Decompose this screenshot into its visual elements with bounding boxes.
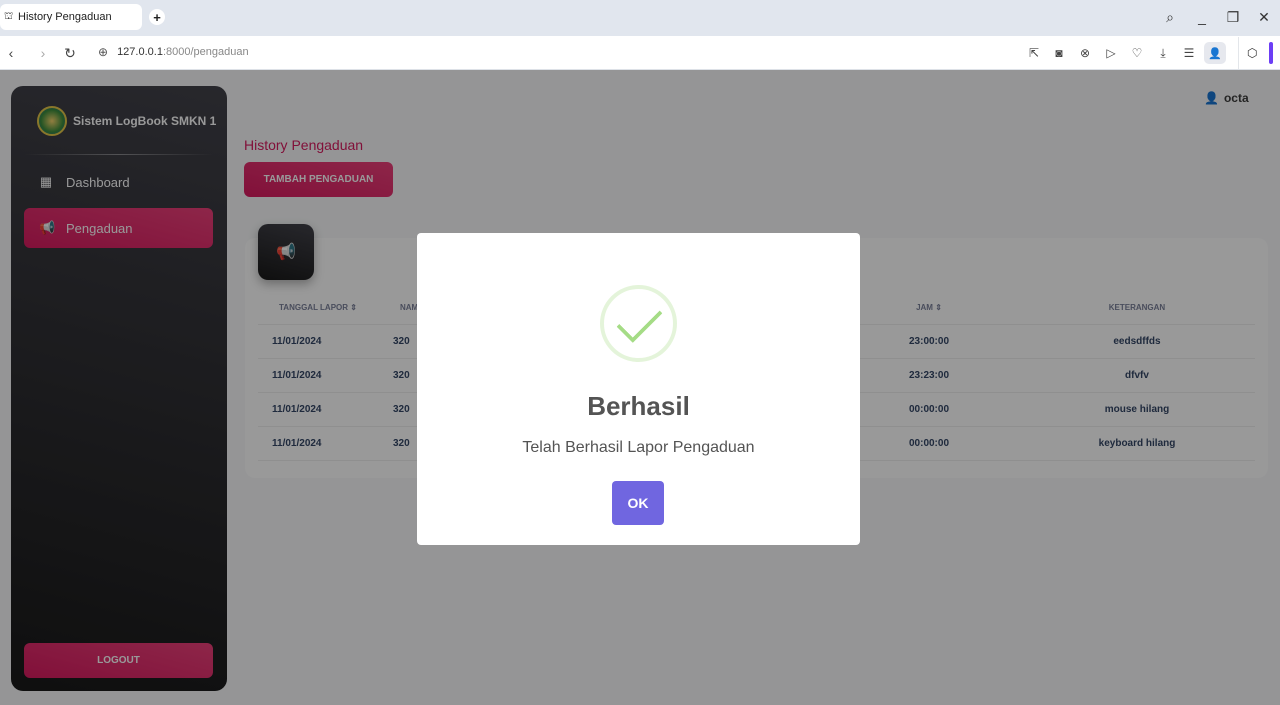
- url-host: 127.0.0.1: [117, 46, 163, 58]
- share-icon[interactable]: ⇱: [1025, 44, 1043, 62]
- back-icon[interactable]: ‹: [2, 44, 20, 62]
- minimize-icon[interactable]: _: [1191, 6, 1213, 28]
- forward-icon[interactable]: ›: [34, 44, 52, 62]
- download-icon[interactable]: ⤓: [1154, 44, 1172, 62]
- dialog-message: Telah Berhasil Lapor Pengaduan: [522, 439, 755, 456]
- url-path: :8000/pengaduan: [162, 46, 249, 58]
- heart-icon[interactable]: ♡: [1128, 44, 1146, 62]
- cube-icon[interactable]: ⬡: [1247, 46, 1257, 60]
- shield-icon[interactable]: ⊗: [1076, 44, 1094, 62]
- dialog-title: Berhasil: [587, 391, 690, 421]
- url-field[interactable]: ⊕ 127.0.0.1:8000/pengaduan: [98, 45, 249, 59]
- address-bar: ‹ › ↻ ⊕ 127.0.0.1:8000/pengaduan ⇱ ◙ ⊗ ▷…: [0, 36, 1280, 70]
- send-icon[interactable]: ▷: [1102, 44, 1120, 62]
- profile-icon[interactable]: 👤: [1204, 42, 1226, 64]
- camera-icon[interactable]: ◙: [1050, 44, 1068, 62]
- globe-icon: ⊕: [98, 45, 109, 59]
- browser-tab[interactable]: ⛫ History Pengaduan: [0, 4, 142, 30]
- ok-button[interactable]: OK: [612, 481, 664, 525]
- search-tabs-icon[interactable]: ⌕: [1159, 6, 1181, 28]
- success-check-icon: [600, 285, 677, 362]
- reload-icon[interactable]: ↻: [61, 44, 79, 62]
- new-tab-button[interactable]: +: [149, 9, 165, 25]
- tab-title: History Pengaduan: [18, 11, 112, 23]
- sidebar-indicator: [1269, 42, 1273, 64]
- restore-icon[interactable]: ❐: [1222, 6, 1244, 28]
- site-favicon-icon: ⛫: [4, 11, 14, 22]
- close-window-icon[interactable]: ✕: [1253, 6, 1275, 28]
- browser-tab-bar: ⛫ History Pengaduan + ⌕ _ ❐ ✕: [0, 0, 1280, 36]
- settings-sliders-icon[interactable]: ☰: [1180, 44, 1198, 62]
- extensions-area: ⬡: [1238, 37, 1280, 69]
- success-dialog: Berhasil Telah Berhasil Lapor Pengaduan …: [417, 233, 860, 545]
